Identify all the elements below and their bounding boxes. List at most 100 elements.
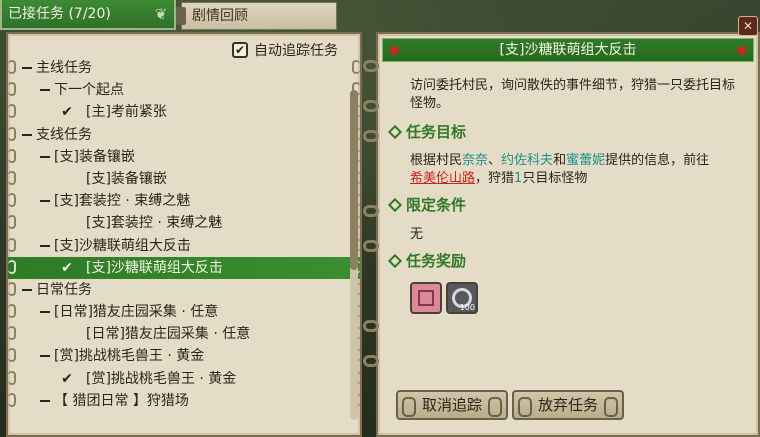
reward-badge: 100 <box>459 303 475 312</box>
diamond-icon <box>387 253 403 268</box>
tab-accepted-label: 已接任务 (7/20) <box>8 6 111 22</box>
objective-text-mid: 提供的信息，前往 <box>605 153 710 168</box>
row-bracket <box>8 326 16 341</box>
abandon-button[interactable]: 放弃任务 <box>512 390 624 420</box>
quest-label: [支]套装控 · 束缚之魅 <box>86 215 223 232</box>
diamond-icon <box>387 124 403 139</box>
quest-row[interactable]: [日常]猎友庄园采集 · 任意 <box>8 323 360 345</box>
condition-title: 限定条件 <box>406 196 467 214</box>
collapse-icon[interactable] <box>40 155 50 158</box>
quest-row[interactable]: 主线任务 <box>8 57 360 79</box>
diamond-icon <box>387 197 403 212</box>
objective-heading: 任务目标 <box>387 121 467 142</box>
quest-label: [日常]猎友庄园采集 · 任意 <box>86 326 251 343</box>
quest-row[interactable]: [赏]挑战桃毛兽王 · 黄金 <box>8 345 360 367</box>
scrollbar-thumb[interactable] <box>350 90 358 270</box>
quest-label: [支]沙糖联萌组大反击 <box>54 237 191 254</box>
collapse-icon[interactable] <box>22 133 32 136</box>
quest-label: [日常]猎友庄园采集 · 任意 <box>54 304 219 321</box>
row-bracket <box>8 348 16 363</box>
binder-ring <box>363 355 379 367</box>
objective-separator: 和 <box>553 153 567 168</box>
quest-row-content: [支]沙糖联萌组大反击 <box>8 238 191 254</box>
auto-track-checkbox[interactable]: ✔ <box>232 42 248 58</box>
row-bracket <box>8 304 16 319</box>
npc-link[interactable]: 奈奈 <box>462 153 488 168</box>
quest-row-content: [赏]挑战桃毛兽王 · 黄金 <box>8 348 204 364</box>
ornament-icon: ◆ <box>389 42 400 58</box>
row-bracket <box>352 60 360 74</box>
quest-label: [赏]挑战桃毛兽王 · 黄金 <box>86 370 237 387</box>
quest-list-scrollbar[interactable] <box>350 90 358 420</box>
quest-row[interactable]: 日常任务 <box>8 279 360 301</box>
reward-currency-icon[interactable]: 100 <box>446 282 478 314</box>
quest-row-content: [支]装备镶嵌 <box>8 171 167 187</box>
tab-story-label: 剧情回顾 <box>192 8 248 24</box>
binder-ring <box>363 130 379 142</box>
quest-row[interactable]: 【 猎团日常 】狩猎场 <box>8 390 360 412</box>
quest-row[interactable]: [支]装备镶嵌 <box>8 168 360 190</box>
quest-row-content: 日常任务 <box>8 282 92 298</box>
npc-link[interactable]: 蜜蕾妮 <box>566 153 605 168</box>
quest-row[interactable]: ✔ [赏]挑战桃毛兽王 · 黄金 <box>8 368 360 390</box>
tab-story-review[interactable]: 剧情回顾 <box>176 2 337 30</box>
close-button[interactable]: ✕ <box>738 16 758 36</box>
objective-text: 根据村民奈奈、约佐科夫和蜜蕾妮提供的信息，前往 希美伦山路，狩猎1只目标怪物 <box>410 152 746 188</box>
quest-row[interactable]: 支线任务 <box>8 124 360 146</box>
quest-row-content: 支线任务 <box>8 127 92 143</box>
reward-item-icon[interactable] <box>410 282 442 314</box>
quest-row-content: [支]套装控 · 束缚之魅 <box>8 215 222 231</box>
quest-row[interactable]: [日常]猎友庄园采集 · 任意 <box>8 301 360 323</box>
quest-label: 【 猎团日常 】狩猎场 <box>54 392 189 409</box>
quest-row-content: ✔ [赏]挑战桃毛兽王 · 黄金 <box>8 371 236 387</box>
quest-label: 日常任务 <box>36 281 92 298</box>
objective-suffix: 只目标怪物 <box>522 171 588 186</box>
quest-row[interactable]: [支]装备镶嵌 <box>8 146 360 168</box>
quest-label: 下一个起点 <box>54 82 124 99</box>
untrack-button[interactable]: 取消追踪 <box>396 390 508 420</box>
collapse-icon[interactable] <box>22 67 32 69</box>
quest-row[interactable]: [支]套装控 · 束缚之魅 <box>8 212 360 234</box>
quest-detail-title: [支]沙糖联萌组大反击 <box>499 42 637 58</box>
row-bracket <box>8 60 16 74</box>
tracked-check-icon: ✔ <box>61 259 73 276</box>
objective-title: 任务目标 <box>406 123 467 141</box>
objective-text-mid2: ，狩猎 <box>475 171 515 186</box>
collapse-icon[interactable] <box>40 89 50 92</box>
binder-ring <box>363 60 379 72</box>
tracked-check-icon: ✔ <box>61 104 73 121</box>
collapse-icon[interactable] <box>22 288 32 291</box>
ornament-icon: ◆ <box>736 42 747 58</box>
row-bracket <box>8 104 16 119</box>
row-bracket <box>8 259 16 274</box>
collapse-icon[interactable] <box>40 311 50 314</box>
quest-row-selected[interactable]: ✔ [支]沙糖联萌组大反击 <box>8 256 360 279</box>
collapse-icon[interactable] <box>40 399 50 402</box>
quest-label: [赏]挑战桃毛兽王 · 黄金 <box>54 348 205 365</box>
quest-row[interactable]: 下一个起点 <box>8 79 360 101</box>
quest-row[interactable]: [支]沙糖联萌组大反击 <box>8 235 360 257</box>
collapse-icon[interactable] <box>40 244 50 247</box>
location-link[interactable]: 希美伦山路 <box>410 171 475 186</box>
npc-link[interactable]: 约佐科夫 <box>501 153 553 168</box>
binder-ring <box>363 205 379 217</box>
collapse-icon[interactable] <box>40 200 50 203</box>
tab-accepted-quests[interactable]: 已接任务 (7/20) ❦ <box>0 0 176 30</box>
collapse-icon[interactable] <box>40 355 50 358</box>
binder-ring <box>363 320 379 332</box>
row-bracket <box>8 148 16 163</box>
condition-text: 无 <box>410 227 424 242</box>
binder-ring <box>363 240 379 252</box>
row-bracket <box>8 170 16 185</box>
quest-label: [支]套装控 · 束缚之魅 <box>54 193 191 210</box>
condition-heading: 限定条件 <box>387 194 467 215</box>
row-bracket <box>8 82 16 97</box>
row-bracket <box>8 215 16 230</box>
row-bracket <box>8 392 16 407</box>
reward-title: 任务奖励 <box>406 252 467 270</box>
quest-row-content: ✔ [主]考前紧张 <box>8 104 167 120</box>
objective-prefix: 根据村民 <box>410 153 463 168</box>
quest-row[interactable]: ✔ [主]考前紧张 <box>8 101 360 123</box>
quest-detail-header: ◆ [支]沙糖联萌组大反击 ◆ <box>382 38 754 62</box>
quest-row[interactable]: [支]套装控 · 束缚之魅 <box>8 190 360 212</box>
